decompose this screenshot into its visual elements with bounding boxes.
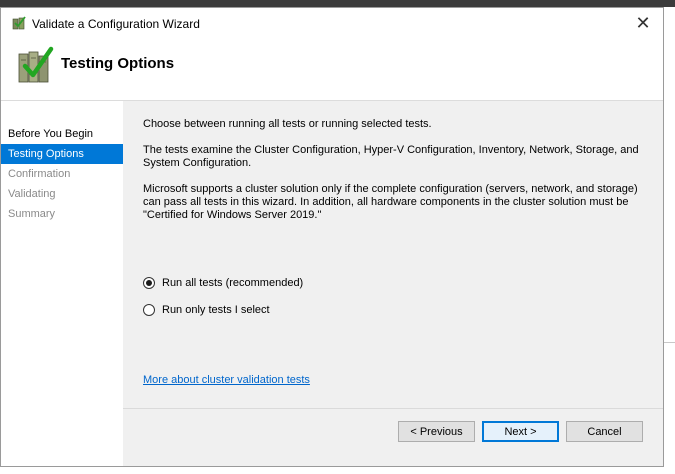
footer-divider xyxy=(123,408,663,409)
page-title: Testing Options xyxy=(61,55,175,72)
app-icon xyxy=(12,16,26,30)
tests-description: The tests examine the Cluster Configurat… xyxy=(143,144,639,169)
nav-step-before-you-begin[interactable]: Before You Begin xyxy=(1,124,123,144)
run-all-tests-label[interactable]: Run all tests (recommended) xyxy=(162,277,303,289)
previous-button[interactable]: < Previous xyxy=(398,421,475,442)
run-all-tests-option[interactable]: Run all tests (recommended) xyxy=(143,277,303,289)
cluster-validation-help-link[interactable]: More about cluster validation tests xyxy=(143,374,310,386)
wizard-step-nav: Before You Begin Testing Options Confirm… xyxy=(1,101,123,466)
nav-step-summary: Summary xyxy=(8,208,56,220)
support-statement: Microsoft supports a cluster solution on… xyxy=(143,183,638,221)
close-button[interactable]: ✕ xyxy=(623,8,663,38)
run-selected-tests-radio[interactable] xyxy=(143,304,155,316)
background-window-strip xyxy=(0,0,675,7)
title-bar[interactable]: Validate a Configuration Wizard ✕ xyxy=(1,8,663,38)
run-selected-tests-label[interactable]: Run only tests I select xyxy=(162,304,270,316)
next-button[interactable]: Next > xyxy=(482,421,559,442)
close-icon: ✕ xyxy=(635,12,651,33)
background-window-fragment xyxy=(664,7,675,474)
intro-text: Choose between running all tests or runn… xyxy=(143,118,432,130)
nav-step-validating: Validating xyxy=(8,188,56,200)
cluster-validate-icon xyxy=(18,46,54,83)
cancel-button[interactable]: Cancel xyxy=(566,421,643,442)
wizard-window: Validate a Configuration Wizard ✕ Testin… xyxy=(0,7,664,467)
nav-step-confirmation: Confirmation xyxy=(8,168,71,180)
content-panel: Choose between running all tests or runn… xyxy=(123,101,663,466)
nav-step-testing-options[interactable]: Testing Options xyxy=(1,144,123,164)
run-selected-tests-option[interactable]: Run only tests I select xyxy=(143,304,270,316)
run-all-tests-radio[interactable] xyxy=(143,277,155,289)
window-title: Validate a Configuration Wizard xyxy=(32,17,200,31)
